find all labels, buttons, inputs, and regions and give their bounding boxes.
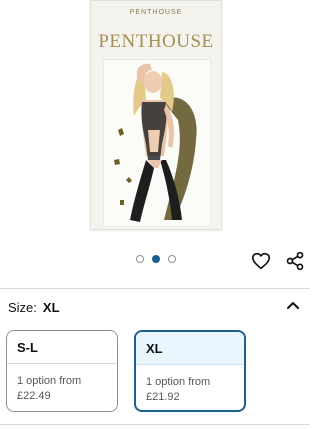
size-option-price: £22.49 [17, 390, 51, 402]
carousel-dot-3[interactable] [168, 255, 176, 263]
section-divider [0, 288, 310, 289]
size-option-s-l[interactable]: S-L 1 option from £22.49 [6, 330, 118, 412]
product-photo [103, 59, 211, 227]
product-image[interactable]: PENTHOUSE PENTHOUSE [90, 0, 222, 230]
carousel-dot-1[interactable] [136, 255, 144, 263]
size-option-availability: 1 option from [17, 375, 82, 387]
box-top-label: PENTHOUSE [129, 9, 183, 16]
carousel-dots [136, 255, 176, 263]
product-image-area: PENTHOUSE PENTHOUSE [0, 0, 310, 240]
chevron-up-icon [287, 302, 299, 309]
size-option-availability: 1 option from [146, 376, 211, 388]
share-button[interactable] [284, 250, 306, 272]
carousel-dot-2[interactable] [152, 255, 160, 263]
size-option-xl[interactable]: XL 1 option from £21.92 [134, 330, 246, 412]
size-option-name: XL [136, 332, 244, 365]
model-illustration [114, 63, 197, 222]
heart-icon [252, 252, 270, 270]
size-header: Size: XL [8, 300, 60, 315]
brand-logo-text: PENTHOUSE [98, 31, 214, 52]
bottom-divider [0, 424, 310, 425]
size-option-price: £21.92 [146, 391, 180, 403]
size-label: Size: [8, 300, 37, 315]
selected-size-value: XL [42, 300, 60, 315]
wishlist-button[interactable] [250, 250, 272, 272]
share-icon [286, 251, 304, 271]
size-option-name: S-L [7, 331, 117, 364]
collapse-size-button[interactable] [284, 298, 302, 312]
